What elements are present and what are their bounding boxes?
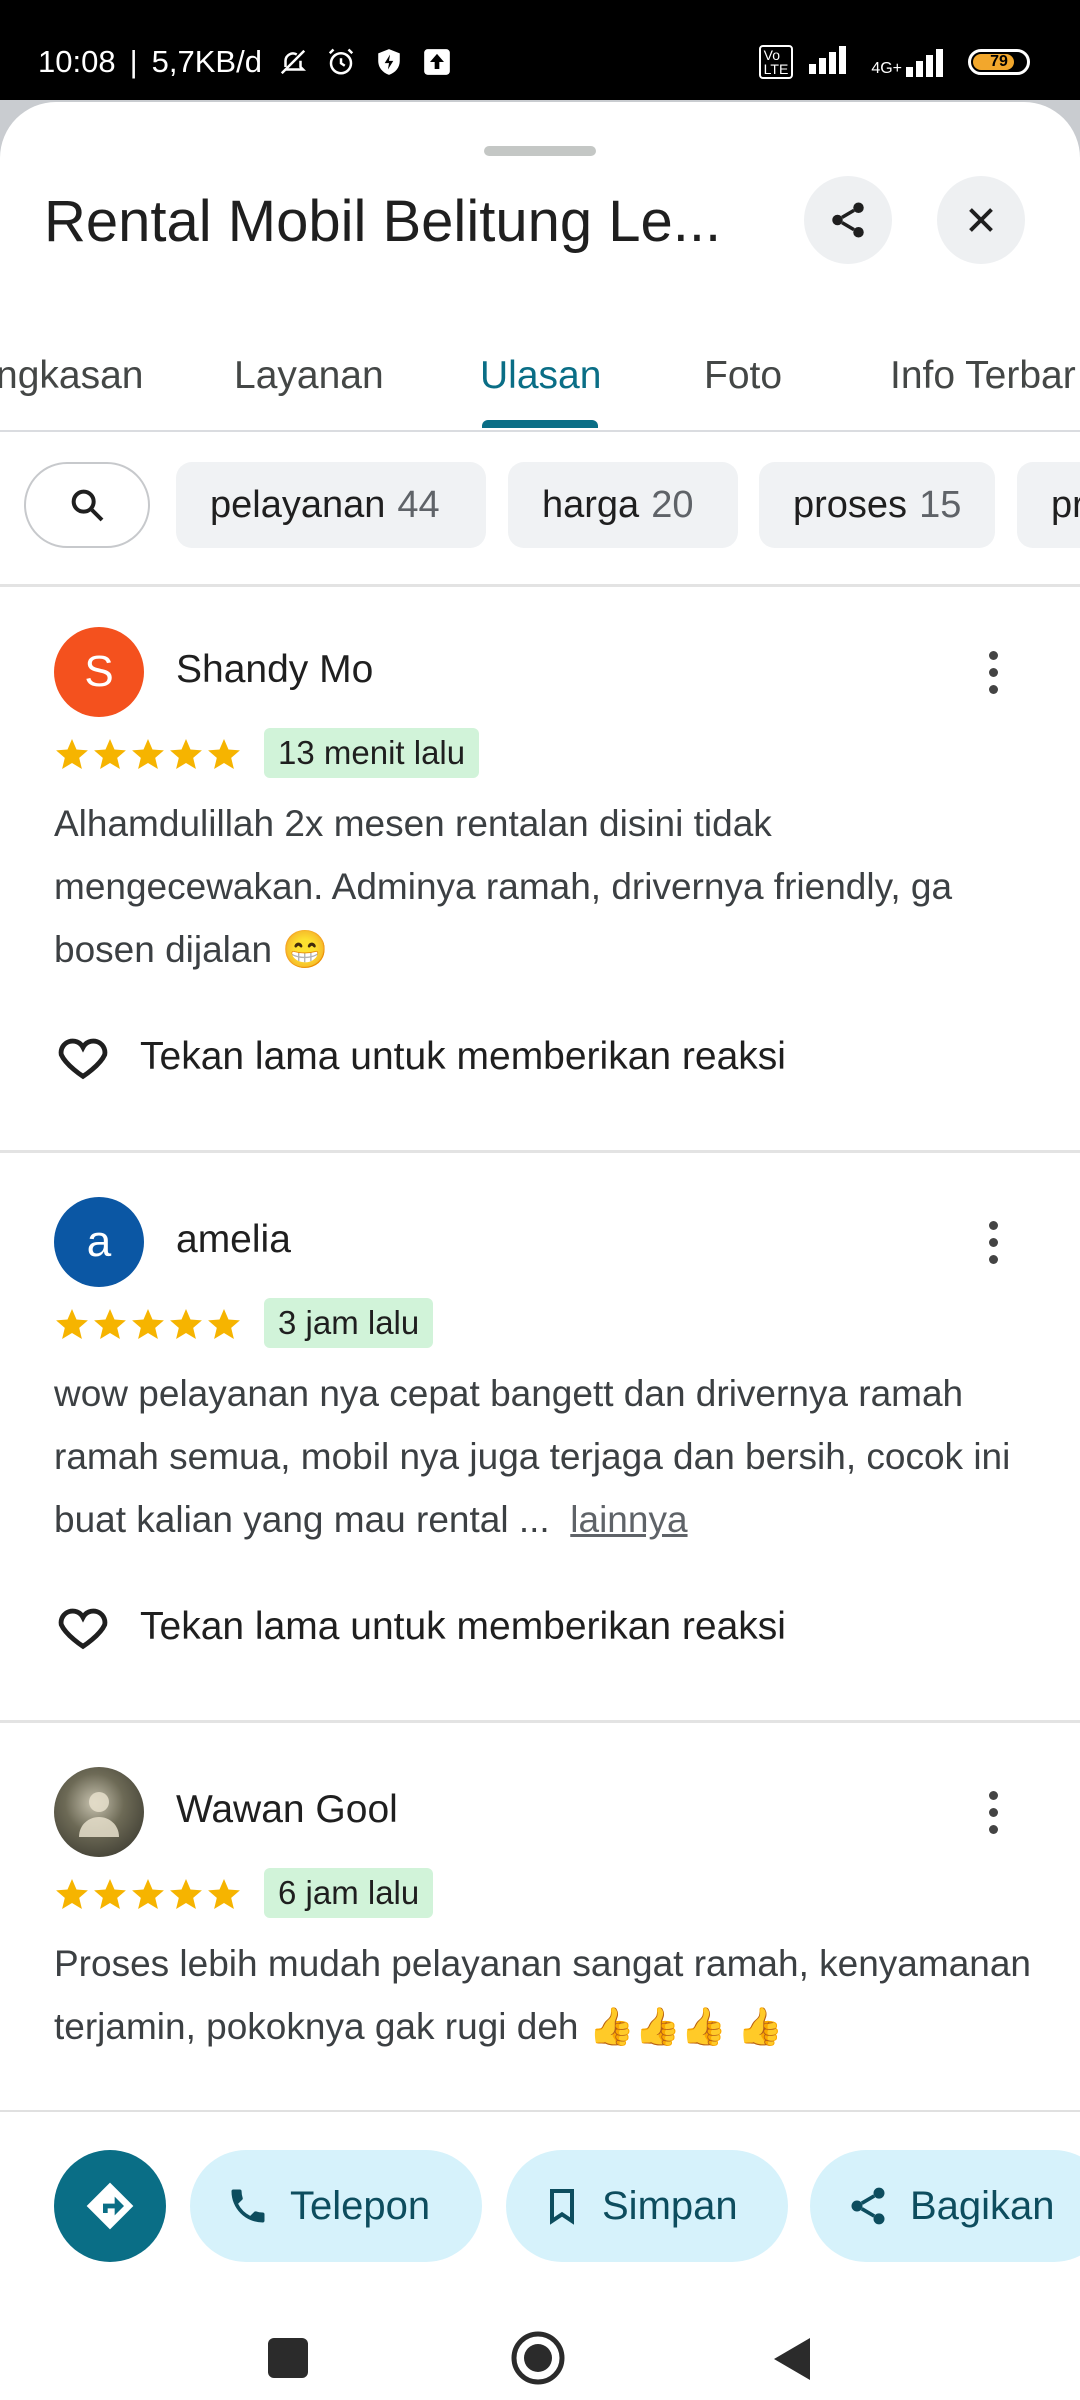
reviewer-name[interactable]: amelia: [176, 1218, 291, 1262]
star-icon: [56, 739, 88, 769]
chip-pelayanan[interactable]: pelayanan 44: [176, 462, 486, 548]
heart-icon: [58, 1608, 108, 1650]
review-text[interactable]: Alhamdulillah 2x mesen rentalan disini t…: [54, 792, 1044, 981]
signal-icon: [809, 44, 855, 80]
avatar[interactable]: a: [54, 1197, 144, 1287]
home-button[interactable]: [510, 2330, 566, 2386]
review-topic-chips: pelayanan 44 harga 20 proses 15 pr: [0, 462, 1080, 548]
signal-4g-icon: 4G+: [871, 47, 952, 77]
reaction-button[interactable]: Tekan lama untuk memberikan reaksi: [54, 1028, 786, 1086]
star-icon: [170, 1309, 202, 1339]
review-item: Wawan Gool 6 jam lalu Proses lebih mudah…: [0, 1762, 1080, 2122]
search-icon: [71, 489, 104, 522]
review-time-badge: 3 jam lalu: [264, 1298, 434, 1348]
share-button[interactable]: [804, 176, 892, 264]
star-icon: [132, 739, 164, 769]
star-rating: [54, 1876, 242, 1912]
home-icon: [511, 2331, 565, 2385]
tab-bar: ngkasan Layanan Ulasan Foto Info Terbar: [0, 320, 1080, 432]
clock: 10:08: [38, 44, 116, 79]
status-bar: 10:08 | 5,7KB/d Vo LTE 4G+ 79: [0, 0, 1080, 110]
back-icon: [774, 2338, 810, 2380]
star-icon: [208, 1879, 240, 1909]
chip-proses[interactable]: proses 15: [759, 462, 995, 548]
review-text[interactable]: Proses lebih mudah pelayanan sangat rama…: [54, 1932, 1044, 2058]
share-icon: [851, 2187, 885, 2225]
star-icon: [208, 739, 240, 769]
alarm-icon: [324, 45, 358, 79]
chip-more[interactable]: pr: [1017, 462, 1080, 548]
shield-icon: [372, 45, 406, 79]
share-place-button[interactable]: Bagikan: [810, 2150, 1080, 2262]
reaction-button[interactable]: Tekan lama untuk memberikan reaksi: [54, 1598, 786, 1656]
review-search-button[interactable]: [24, 462, 150, 548]
review-time-badge: 6 jam lalu: [264, 1868, 434, 1918]
save-button[interactable]: Simpan: [506, 2150, 788, 2262]
review-time-badge: 13 menit lalu: [264, 728, 480, 778]
star-icon: [170, 1879, 202, 1909]
review-more-options-button[interactable]: [968, 637, 1018, 707]
reviewer-name[interactable]: Wawan Gool: [176, 1788, 398, 1832]
star-icon: [208, 1309, 240, 1339]
bookmark-icon: [550, 2189, 574, 2225]
read-more-link[interactable]: lainnya: [570, 1499, 687, 1540]
reaction-label: Tekan lama untuk memberikan reaksi: [140, 1035, 786, 1078]
navigation-bar: [0, 2324, 1080, 2400]
divider: [0, 584, 1080, 587]
call-button[interactable]: Telepon: [190, 2150, 482, 2262]
tab-info-terbaru[interactable]: Info Terbar: [890, 354, 1076, 398]
star-icon: [132, 1309, 164, 1339]
star-icon: [132, 1879, 164, 1909]
chip-harga[interactable]: harga 20: [508, 462, 738, 548]
star-icon: [94, 739, 126, 769]
star-icon: [56, 1879, 88, 1909]
drag-handle[interactable]: [484, 146, 596, 156]
review-more-options-button[interactable]: [968, 1207, 1018, 1277]
battery-icon: 79: [968, 49, 1030, 75]
tab-active-indicator: [482, 420, 598, 428]
notifications-off-icon: [276, 45, 310, 79]
close-icon: [969, 208, 993, 232]
upload-icon: [420, 45, 454, 79]
star-icon: [94, 1309, 126, 1339]
divider: [0, 1720, 1080, 1723]
avatar[interactable]: S: [54, 627, 144, 717]
heart-icon: [58, 1038, 108, 1080]
reviewer-name[interactable]: Shandy Mo: [176, 648, 373, 692]
directions-icon: [86, 2182, 134, 2230]
person-photo-icon: [79, 1792, 119, 1837]
place-sheet: Rental Mobil Belitung Le... ngkasan Laya…: [0, 102, 1080, 2400]
star-rating: [54, 1306, 242, 1342]
place-title: Rental Mobil Belitung Le...: [44, 189, 722, 254]
volte-icon: Vo LTE: [758, 45, 794, 79]
avatar[interactable]: [54, 1767, 144, 1857]
tab-layanan[interactable]: Layanan: [234, 354, 384, 398]
back-button[interactable]: [770, 2334, 816, 2384]
review-item: S Shandy Mo 13 menit lalu Alhamdulillah …: [0, 622, 1080, 1182]
review-text[interactable]: wow pelayanan nya cepat bangett dan driv…: [54, 1362, 1044, 1551]
star-rating: [54, 736, 242, 772]
review-item: a amelia 3 jam lalu wow pelayanan nya ce…: [0, 1192, 1080, 1752]
review-more-options-button[interactable]: [968, 1777, 1018, 1847]
star-icon: [170, 739, 202, 769]
star-icon: [56, 1309, 88, 1339]
phone-icon: [231, 2189, 265, 2223]
tab-ringkasan[interactable]: ngkasan: [0, 354, 143, 398]
recents-button[interactable]: [268, 2338, 308, 2378]
directions-button[interactable]: [54, 2150, 166, 2262]
share-icon: [832, 202, 864, 238]
close-button[interactable]: [937, 176, 1025, 264]
reaction-label: Tekan lama untuk memberikan reaksi: [140, 1605, 786, 1648]
tab-foto[interactable]: Foto: [704, 354, 782, 398]
star-icon: [94, 1879, 126, 1909]
net-speed: 5,7KB/d: [151, 44, 262, 79]
tab-ulasan[interactable]: Ulasan: [480, 354, 601, 398]
divider: [0, 1150, 1080, 1153]
